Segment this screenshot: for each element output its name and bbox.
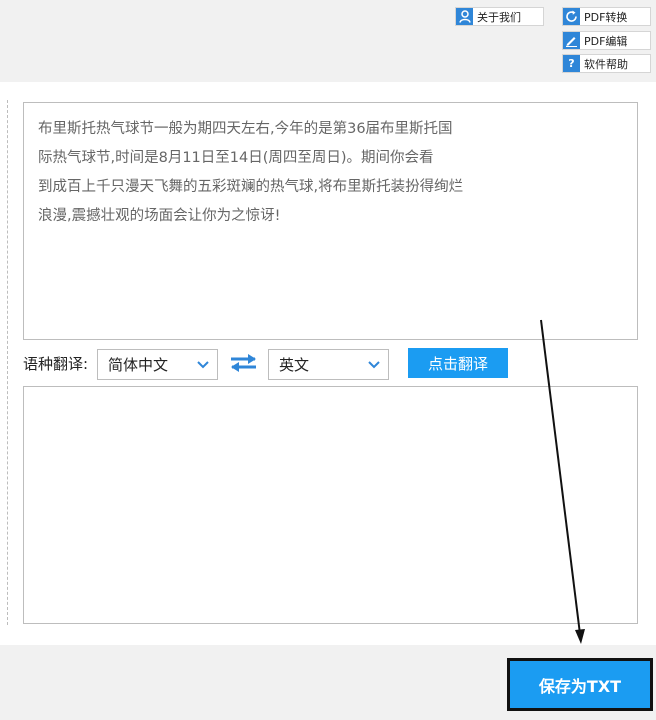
- chevron-down-icon: [197, 361, 209, 369]
- question-icon: ?: [563, 55, 580, 72]
- source-line: 布里斯托热气球节一般为期四天左右,今年的是第36届布里斯托国: [38, 121, 453, 137]
- source-textarea[interactable]: 布里斯托热气球节一般为期四天左右,今年的是第36届布里斯托国 际热气球节,时间是…: [23, 102, 638, 340]
- about-us-label: 关于我们: [477, 10, 521, 24]
- source-language-value: 简体中文: [108, 356, 169, 374]
- translation-output-textarea[interactable]: [23, 386, 638, 624]
- pdf-edit-button[interactable]: PDF编辑: [562, 31, 651, 50]
- user-icon: [456, 8, 473, 25]
- help-button[interactable]: ? 软件帮助: [562, 54, 651, 73]
- source-line: 际热气球节,时间是8月11日至14日(周四至周日)。期间你会看: [38, 150, 434, 166]
- left-guide-line: [7, 100, 8, 625]
- language-label: 语种翻译:: [23, 355, 89, 373]
- pdf-convert-label: PDF转换: [584, 10, 628, 24]
- source-line: 到成百上千只漫天飞舞的五彩斑斓的热气球,将布里斯托装扮得绚烂: [38, 179, 464, 195]
- target-language-select[interactable]: 英文: [268, 349, 389, 380]
- chevron-down-icon: [368, 361, 380, 369]
- save-txt-button[interactable]: 保存为TXT: [507, 658, 653, 711]
- source-line: 浪漫,震撼壮观的场面会让你为之惊讶!: [38, 208, 281, 224]
- refresh-icon: [563, 8, 580, 25]
- source-language-select[interactable]: 简体中文: [97, 349, 218, 380]
- swap-icon[interactable]: [230, 353, 257, 373]
- pencil-icon: [563, 32, 580, 49]
- translate-button[interactable]: 点击翻译: [408, 348, 508, 378]
- top-toolbar: 关于我们 PDF转换 PDF编辑 ? 软件帮助: [0, 0, 656, 82]
- source-text: 布里斯托热气球节一般为期四天左右,今年的是第36届布里斯托国 际热气球节,时间是…: [38, 115, 518, 231]
- pdf-edit-label: PDF编辑: [584, 34, 628, 48]
- pdf-convert-button[interactable]: PDF转换: [562, 7, 651, 26]
- about-us-button[interactable]: 关于我们: [455, 7, 544, 26]
- help-label: 软件帮助: [584, 57, 628, 71]
- target-language-value: 英文: [279, 356, 310, 374]
